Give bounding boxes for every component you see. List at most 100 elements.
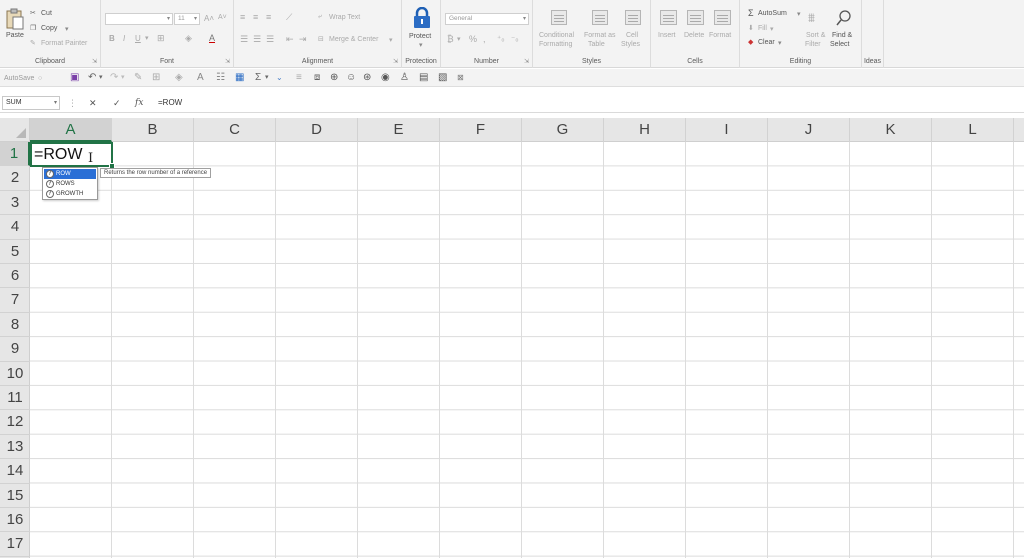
autosave-toggle[interactable]: ○ — [38, 73, 42, 85]
column-header[interactable]: A — [30, 118, 112, 142]
column-header[interactable]: G — [522, 118, 604, 142]
borders-icon[interactable]: ⊞ — [157, 33, 165, 44]
row-header[interactable]: 13 — [0, 435, 30, 460]
row-header[interactable]: 11 — [0, 386, 30, 411]
column-header[interactable]: F — [440, 118, 522, 142]
bullets-qat-icon[interactable]: ☷ — [216, 72, 225, 84]
merge-center-button[interactable]: Merge & Center — [329, 36, 378, 43]
percent-style-icon[interactable]: % — [469, 34, 477, 44]
decrease-indent-icon[interactable]: ⇤ — [286, 34, 294, 45]
bold-icon[interactable]: B — [109, 34, 115, 43]
row-header[interactable]: 10 — [0, 362, 30, 386]
wrap-text-button[interactable]: Wrap Text — [329, 14, 360, 21]
row-header[interactable]: 7 — [0, 288, 30, 313]
column-header[interactable]: L — [932, 118, 1014, 142]
undo-dropdown-icon[interactable]: ▾ — [99, 72, 103, 84]
formula-input[interactable]: =ROW — [158, 98, 182, 107]
column-header[interactable]: J — [768, 118, 850, 142]
decrease-font-icon[interactable]: A˅ — [218, 14, 227, 21]
protect-button[interactable]: Protect ▾ — [407, 7, 437, 49]
paste-button[interactable]: Paste — [4, 8, 26, 46]
customize-qat-icon[interactable]: ⌄ — [276, 72, 283, 84]
row-header[interactable]: 14 — [0, 459, 30, 484]
autocomplete-item[interactable]: f ROW — [44, 169, 96, 179]
circle-qat-icon-2[interactable]: ⊛ — [363, 72, 371, 84]
column-header[interactable]: D — [276, 118, 358, 142]
save-icon[interactable]: ▣ — [70, 72, 79, 84]
merge-center-dropdown-icon[interactable]: ▾ — [389, 36, 393, 44]
format-cells-button[interactable]: Format — [709, 8, 737, 54]
redo-icon[interactable]: ↷ — [110, 72, 118, 84]
format-as-table-button[interactable]: Format as Table — [583, 8, 617, 54]
smiley-qat-icon[interactable]: ☺ — [346, 72, 356, 84]
font-launcher-icon[interactable]: ⇲ — [225, 58, 230, 65]
increase-indent-icon[interactable]: ⇥ — [299, 34, 307, 45]
row-header[interactable]: 3 — [0, 191, 30, 216]
circle-qat-icon-3[interactable]: ◉ — [381, 72, 390, 84]
underline-icon[interactable]: U — [135, 34, 141, 43]
column-header[interactable]: H — [604, 118, 686, 142]
row-header[interactable]: 8 — [0, 313, 30, 338]
number-launcher-icon[interactable]: ⇲ — [524, 58, 529, 65]
sort-filter-button[interactable]: ⩩ Sort & Filter — [802, 8, 830, 54]
undo-icon[interactable]: ↶ — [88, 72, 96, 84]
row-header[interactable]: 12 — [0, 410, 30, 435]
insert-cells-button[interactable]: Insert — [655, 8, 683, 54]
insert-function-button[interactable]: fx — [135, 97, 143, 109]
conditional-formatting-button[interactable]: Conditional Formatting — [537, 8, 579, 54]
redo-dropdown-icon[interactable]: ▾ — [121, 72, 125, 84]
clipboard-launcher-icon[interactable]: ⇲ — [92, 58, 97, 65]
row-header[interactable]: 2 — [0, 166, 30, 191]
borders-qat-icon[interactable]: ⊞ — [152, 72, 160, 84]
fill-color-qat-icon[interactable]: ◈ — [175, 72, 183, 84]
alignment-launcher-icon[interactable]: ⇲ — [393, 58, 398, 65]
copy-dropdown-icon[interactable]: ▾ — [65, 25, 69, 33]
cell-styles-button[interactable]: Cell Styles — [619, 8, 647, 54]
row-header[interactable]: 9 — [0, 337, 30, 362]
cell-area[interactable] — [30, 142, 1024, 558]
row-header[interactable]: 6 — [0, 264, 30, 289]
row-header[interactable]: 15 — [0, 484, 30, 508]
row-header[interactable]: 16 — [0, 508, 30, 533]
format-painter-qat-icon[interactable]: ✎ — [134, 72, 142, 84]
font-name-combo[interactable]: ▾ — [105, 13, 173, 25]
find-select-button[interactable]: Find & Select — [830, 8, 860, 54]
align-right-icon[interactable]: ☰ — [266, 34, 274, 45]
align-qat-icon[interactable]: ≡ — [296, 72, 302, 84]
active-cell-a1[interactable]: =ROW — [30, 142, 115, 169]
column-header[interactable]: E — [358, 118, 440, 142]
accounting-dropdown-icon[interactable]: ▾ — [457, 35, 461, 43]
table-qat-icon[interactable]: ▦ — [235, 72, 244, 84]
formula-bar-splitter-icon[interactable]: ⋮ — [68, 97, 77, 109]
column-header[interactable]: K — [850, 118, 932, 142]
number-format-combo[interactable]: General ▾ — [445, 13, 529, 25]
increase-font-icon[interactable]: A˄ — [204, 14, 214, 23]
font-color-icon[interactable]: A — [209, 33, 215, 43]
row-header[interactable]: 5 — [0, 240, 30, 264]
font-color-qat-icon[interactable]: A — [197, 72, 204, 84]
align-bottom-icon[interactable]: ≡ — [266, 12, 271, 22]
circle-qat-icon-1[interactable]: ⊕ — [330, 72, 338, 84]
increase-decimal-icon[interactable]: ⁺₀ — [497, 34, 505, 43]
sum-qat-icon[interactable]: Σ — [255, 72, 261, 84]
name-box[interactable]: SUM ▾ — [2, 96, 60, 110]
autocomplete-item[interactable]: f GROWTH — [44, 189, 96, 199]
cancel-formula-button[interactable]: ✕ — [89, 97, 97, 109]
fill-color-icon[interactable]: ◈ — [185, 33, 192, 44]
sum-qat-dropdown-icon[interactable]: ▾ — [265, 72, 269, 84]
align-top-icon[interactable]: ≡ — [240, 12, 245, 22]
column-header[interactable]: B — [112, 118, 194, 142]
decrease-decimal-icon[interactable]: ⁻₀ — [511, 34, 519, 43]
orientation-icon[interactable]: ⟋ — [286, 12, 292, 23]
align-left-icon[interactable]: ☰ — [240, 34, 248, 45]
italic-icon[interactable]: I — [123, 34, 125, 43]
comma-style-icon[interactable]: , — [483, 34, 486, 44]
box-qat-icon-1[interactable]: ▤ — [419, 72, 428, 84]
font-size-combo[interactable]: 11 ▾ — [174, 13, 200, 25]
camera-qat-icon[interactable]: ⧈ — [314, 72, 320, 84]
box-qat-icon-2[interactable]: ▧ — [438, 72, 447, 84]
accounting-format-icon[interactable]: ₿ — [447, 34, 454, 44]
delete-cells-button[interactable]: Delete — [682, 8, 710, 54]
autocomplete-item[interactable]: f ROWS — [44, 179, 96, 189]
column-header[interactable]: C — [194, 118, 276, 142]
